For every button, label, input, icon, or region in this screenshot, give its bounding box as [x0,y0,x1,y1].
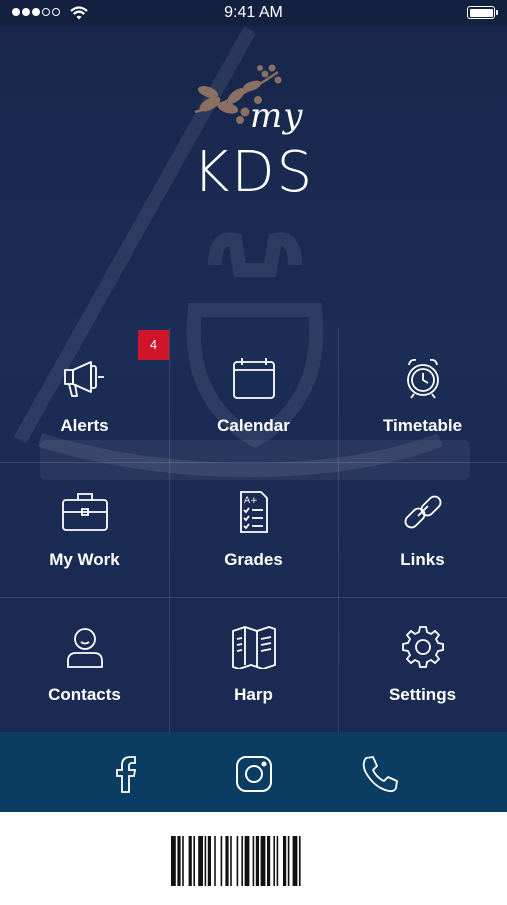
app-screen: 9:41 AM my KDS Alerts Calendar Timetable… [0,0,507,732]
tile-label: Calendar [217,416,290,435]
tile-contacts[interactable]: Contacts [0,597,169,731]
tile-calendar[interactable]: Calendar [169,328,338,462]
tile-label: Harp [234,685,273,704]
alerts-count-badge: 4 [138,330,169,360]
calendar-icon [232,358,275,399]
tile-label: Settings [388,685,457,704]
tile-label: Alerts [60,416,109,435]
battery-icon [467,6,498,19]
megaphone-icon [63,361,104,397]
tile-grades[interactable]: A+ Grades [169,462,338,596]
svg-text:A+: A+ [244,496,258,506]
folded-map-icon [231,626,276,669]
tile-my-work[interactable]: My Work [0,462,169,596]
tile-label: My Work [49,550,120,569]
person-icon [66,628,103,668]
tile-label: Timetable [382,416,463,435]
barcode [171,836,301,886]
gear-icon [401,626,444,668]
barcode-area [0,812,507,900]
logo-prefix: my [250,96,304,136]
alarm-clock-icon [406,358,439,399]
grade-sheet-icon: A+ [239,491,268,533]
facebook-icon[interactable] [104,752,148,796]
tile-timetable[interactable]: Timetable [338,328,507,462]
social-bar [0,732,507,812]
tile-label: Grades [224,550,283,569]
status-time: 9:41 AM [224,4,283,21]
instagram-icon[interactable] [232,752,276,796]
logo-title: KDS [192,140,315,205]
tile-harp[interactable]: Harp [169,597,338,731]
tile-label: Links [400,550,445,569]
tile-links[interactable]: Links [338,462,507,596]
status-bar: 9:41 AM [0,0,507,26]
phone-icon[interactable] [358,752,402,796]
menu-grid: Alerts Calendar Timetable My Work A+ Gra… [0,328,507,732]
chain-link-icon [404,495,441,529]
tile-label: Contacts [48,685,121,704]
tile-settings[interactable]: Settings [338,597,507,731]
briefcase-icon [61,493,108,531]
